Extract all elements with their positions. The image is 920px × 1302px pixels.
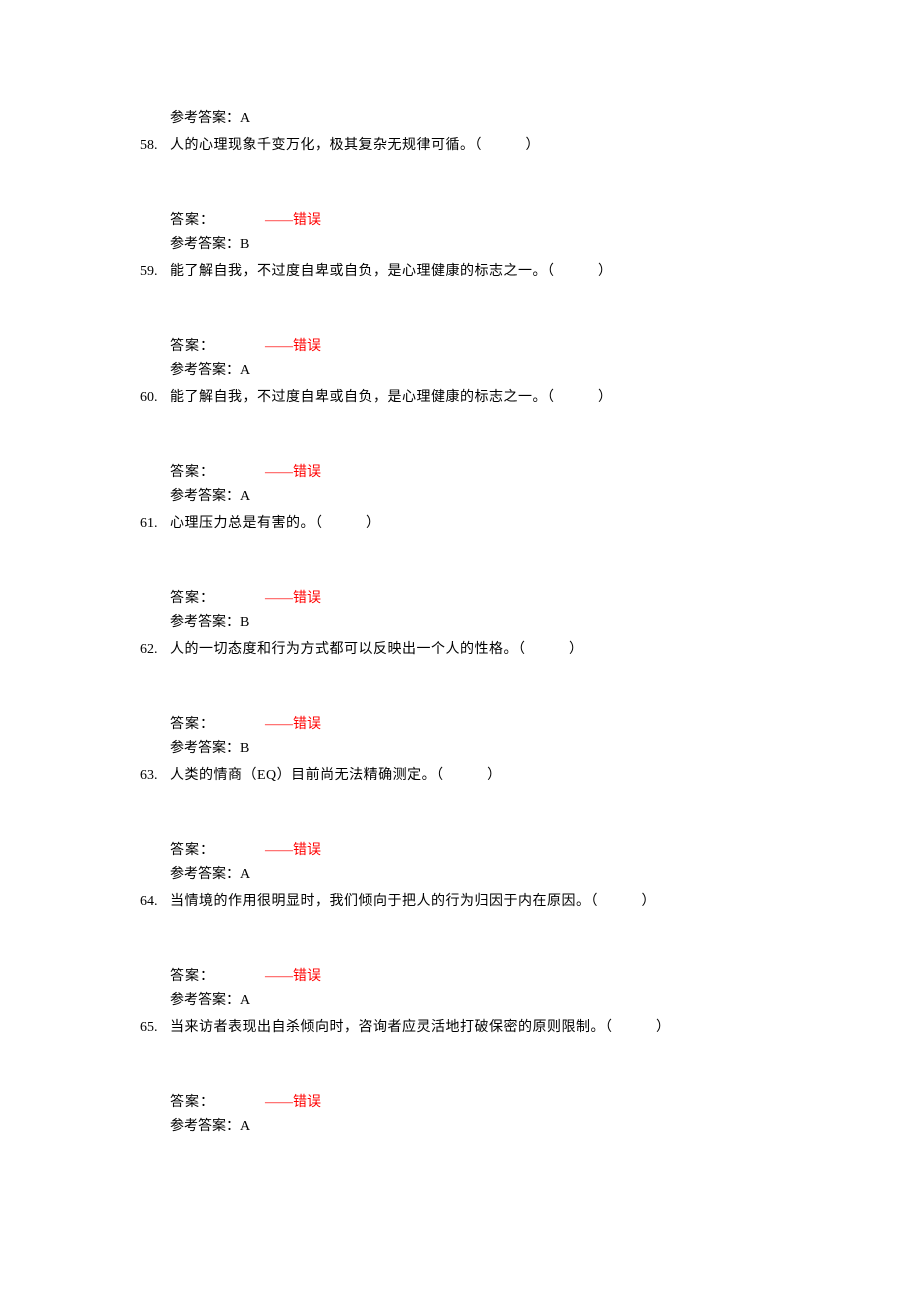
question-text: 当情境的作用很明显时，我们倾向于把人的行为归因于内在原因。（ ） bbox=[170, 891, 656, 912]
question-line: 64. 当情境的作用很明显时，我们倾向于把人的行为归因于内在原因。（ ） bbox=[140, 891, 920, 912]
reference-value: A bbox=[240, 867, 250, 882]
answer-label: 答案： bbox=[170, 714, 215, 735]
reference-answer-line: 参考答案：A bbox=[140, 1116, 920, 1137]
question-line: 58. 人的心理现象千变万化，极其复杂无规律可循。（ ） bbox=[140, 135, 920, 156]
answer-wrong: 错误 bbox=[293, 1095, 321, 1110]
answer-dash: —— bbox=[265, 969, 293, 984]
answer-line: 答案： ——错误 bbox=[140, 1092, 920, 1113]
answer-label: 答案： bbox=[170, 840, 215, 861]
question-block: 65. 当来访者表现出自杀倾向时，咨询者应灵活地打破保密的原则限制。（ ） 答案… bbox=[140, 1017, 920, 1137]
reference-label: 参考答案： bbox=[170, 741, 240, 756]
question-number: 62. bbox=[140, 639, 170, 660]
answer-dash: —— bbox=[265, 213, 293, 228]
answer-wrong: 错误 bbox=[293, 465, 321, 480]
reference-label: 参考答案： bbox=[170, 111, 240, 126]
question-number: 65. bbox=[140, 1017, 170, 1038]
question-text: 能了解自我，不过度自卑或自负，是心理健康的标志之一。（ ） bbox=[170, 387, 613, 408]
question-block: 61. 心理压力总是有害的。（ ） 答案： ——错误 参考答案：B bbox=[140, 513, 920, 633]
reference-label: 参考答案： bbox=[170, 867, 240, 882]
reference-answer-line: 参考答案：A bbox=[140, 990, 920, 1011]
answer-label: 答案： bbox=[170, 462, 215, 483]
answer-line: 答案： ——错误 bbox=[140, 462, 920, 483]
answer-line: 答案： ——错误 bbox=[140, 210, 920, 231]
reference-answer-line: 参考答案：A bbox=[140, 360, 920, 381]
answer-line: 答案： ——错误 bbox=[140, 966, 920, 987]
answer-line: 答案： ——错误 bbox=[140, 840, 920, 861]
question-text: 人的心理现象千变万化，极其复杂无规律可循。（ ） bbox=[170, 135, 540, 156]
answer-wrong: 错误 bbox=[293, 213, 321, 228]
answer-label: 答案： bbox=[170, 210, 215, 231]
question-line: 59. 能了解自我，不过度自卑或自负，是心理健康的标志之一。（ ） bbox=[140, 261, 920, 282]
reference-answer-line: 参考答案：B bbox=[140, 612, 920, 633]
answer-wrong: 错误 bbox=[293, 591, 321, 606]
reference-label: 参考答案： bbox=[170, 1119, 240, 1134]
question-line: 62. 人的一切态度和行为方式都可以反映出一个人的性格。（ ） bbox=[140, 639, 920, 660]
question-line: 63. 人类的情商（EQ）目前尚无法精确测定。（ ） bbox=[140, 765, 920, 786]
question-text: 能了解自我，不过度自卑或自负，是心理健康的标志之一。（ ） bbox=[170, 261, 613, 282]
reference-value: A bbox=[240, 993, 250, 1008]
answer-dash: —— bbox=[265, 465, 293, 480]
question-text: 心理压力总是有害的。（ ） bbox=[170, 513, 381, 534]
answer-label: 答案： bbox=[170, 588, 215, 609]
page: 参考答案：A 58. 人的心理现象千变万化，极其复杂无规律可循。（ ） 答案：—… bbox=[0, 0, 920, 1302]
reference-answer-line: 参考答案：A bbox=[140, 864, 920, 885]
question-number: 63. bbox=[140, 765, 170, 786]
question-line: 61. 心理压力总是有害的。（ ） bbox=[140, 513, 920, 534]
question-number: 61. bbox=[140, 513, 170, 534]
reference-label: 参考答案： bbox=[170, 363, 240, 378]
reference-answer-line: 参考答案：A bbox=[140, 486, 920, 507]
top-reference-answer: 参考答案：A bbox=[140, 108, 920, 129]
reference-answer-line: 参考答案：B bbox=[140, 738, 920, 759]
question-number: 64. bbox=[140, 891, 170, 912]
reference-value: A bbox=[240, 363, 250, 378]
question-line: 60. 能了解自我，不过度自卑或自负，是心理健康的标志之一。（ ） bbox=[140, 387, 920, 408]
question-number: 59. bbox=[140, 261, 170, 282]
reference-value: B bbox=[240, 741, 249, 756]
answer-wrong: 错误 bbox=[293, 339, 321, 354]
reference-value: B bbox=[240, 615, 249, 630]
question-line: 65. 当来访者表现出自杀倾向时，咨询者应灵活地打破保密的原则限制。（ ） bbox=[140, 1017, 920, 1038]
question-block: 62. 人的一切态度和行为方式都可以反映出一个人的性格。（ ） 答案：——错误 … bbox=[140, 639, 920, 759]
answer-dash: —— bbox=[265, 717, 293, 732]
question-block: 60. 能了解自我，不过度自卑或自负，是心理健康的标志之一。（ ） 答案： ——错… bbox=[140, 387, 920, 507]
answer-line: 答案： ——错误 bbox=[140, 336, 920, 357]
question-text: 当来访者表现出自杀倾向时，咨询者应灵活地打破保密的原则限制。（ ） bbox=[170, 1017, 671, 1038]
answer-label: 答案： bbox=[170, 1092, 215, 1113]
reference-label: 参考答案： bbox=[170, 993, 240, 1008]
answer-wrong: 错误 bbox=[293, 969, 321, 984]
answer-wrong: 错误 bbox=[293, 717, 321, 732]
question-block: 64. 当情境的作用很明显时，我们倾向于把人的行为归因于内在原因。（ ） 答案：… bbox=[140, 891, 920, 1011]
question-number: 60. bbox=[140, 387, 170, 408]
answer-label: 答案： bbox=[170, 336, 215, 357]
answer-dash: —— bbox=[265, 843, 293, 858]
reference-answer-line: 参考答案：B bbox=[140, 234, 920, 255]
question-number: 58. bbox=[140, 135, 170, 156]
reference-value: A bbox=[240, 489, 250, 504]
reference-value: B bbox=[240, 237, 249, 252]
answer-dash: —— bbox=[265, 339, 293, 354]
answer-line: 答案： ——错误 bbox=[140, 588, 920, 609]
question-block: 63. 人类的情商（EQ）目前尚无法精确测定。（ ） 答案： ——错误 参考答案：… bbox=[140, 765, 920, 885]
reference-value: A bbox=[240, 111, 250, 126]
answer-label: 答案： bbox=[170, 966, 215, 987]
reference-label: 参考答案： bbox=[170, 237, 240, 252]
reference-label: 参考答案： bbox=[170, 489, 240, 504]
reference-value: A bbox=[240, 1119, 250, 1134]
answer-wrong: 错误 bbox=[293, 843, 321, 858]
reference-label: 参考答案： bbox=[170, 615, 240, 630]
question-block: 58. 人的心理现象千变万化，极其复杂无规律可循。（ ） 答案： ——错误 参考答… bbox=[140, 135, 920, 255]
answer-line: 答案： ——错误 bbox=[140, 714, 920, 735]
answer-dash: —— bbox=[265, 591, 293, 606]
question-text: 人类的情商（EQ）目前尚无法精确测定。（ ） bbox=[170, 765, 502, 786]
question-text: 人的一切态度和行为方式都可以反映出一个人的性格。（ ） bbox=[170, 639, 584, 660]
answer-dash: —— bbox=[265, 1095, 293, 1110]
question-block: 59. 能了解自我，不过度自卑或自负，是心理健康的标志之一。（ ） 答案： ——错… bbox=[140, 261, 920, 381]
